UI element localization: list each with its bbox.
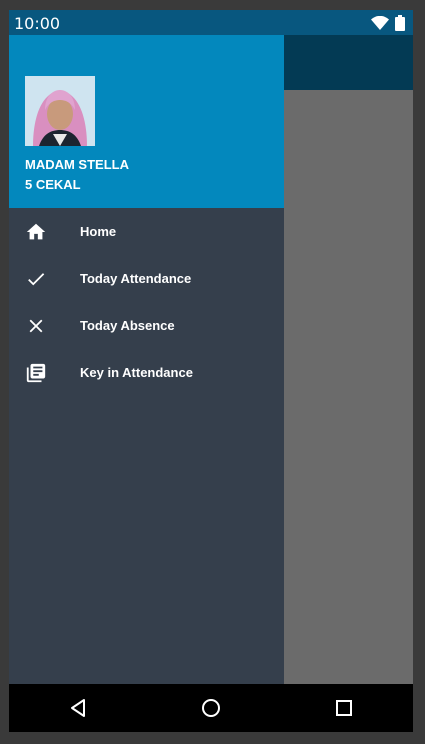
battery-icon [395, 15, 405, 36]
menu-item-today-absence[interactable]: Today Absence [9, 302, 284, 349]
menu-item-label: Today Absence [80, 318, 175, 333]
menu-item-key-in-attendance[interactable]: Key in Attendance [9, 349, 284, 396]
back-icon[interactable] [66, 696, 90, 720]
phone-screen: 10:00 MADAM STELLA 5 CEKAL Home Today At… [9, 10, 413, 732]
drawer-menu: Home Today Attendance Today Absence Key … [9, 208, 284, 396]
home-circle-icon[interactable] [199, 696, 223, 720]
status-time: 10:00 [14, 14, 61, 33]
content-scrim[interactable] [284, 90, 413, 684]
status-bar: 10:00 [9, 10, 413, 35]
status-icons [371, 15, 405, 36]
menu-item-home[interactable]: Home [9, 208, 284, 255]
home-icon [25, 221, 47, 243]
navigation-drawer: MADAM STELLA 5 CEKAL Home Today Attendan… [9, 35, 284, 684]
menu-item-today-attendance[interactable]: Today Attendance [9, 255, 284, 302]
drawer-header: MADAM STELLA 5 CEKAL [9, 35, 284, 208]
avatar [25, 76, 95, 146]
app-bar [284, 35, 413, 90]
menu-item-label: Key in Attendance [80, 365, 193, 380]
check-icon [25, 268, 47, 290]
system-nav-bar [9, 684, 413, 732]
menu-item-label: Today Attendance [80, 271, 192, 286]
menu-item-label: Home [80, 224, 117, 239]
close-icon [25, 315, 47, 337]
recents-icon[interactable] [332, 696, 356, 720]
user-class: 5 CEKAL [25, 177, 81, 192]
user-name: MADAM STELLA [25, 157, 129, 172]
library-books-icon [25, 362, 47, 384]
wifi-icon [371, 15, 389, 35]
